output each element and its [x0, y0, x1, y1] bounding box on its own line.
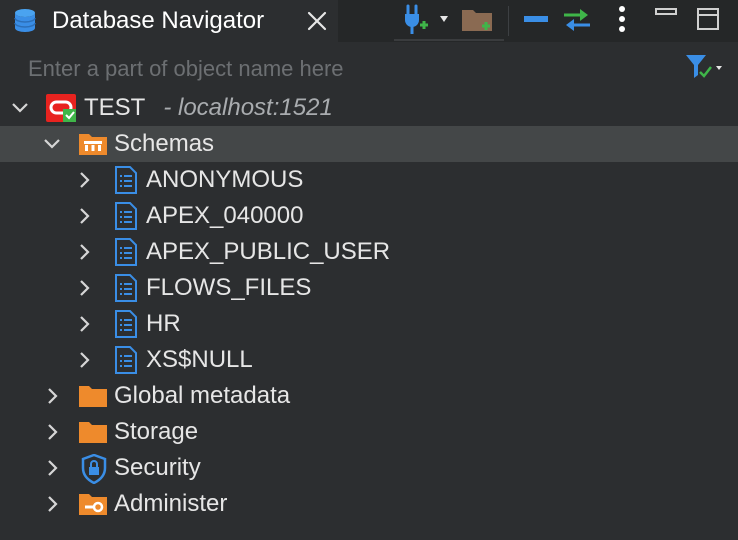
connect-plugin-icon[interactable] [400, 4, 452, 34]
folder-icon [78, 418, 108, 446]
tree-row-schema[interactable]: APEX_040000 [0, 198, 738, 234]
object-name-filter-input[interactable] [28, 54, 668, 84]
database-navigator-tab[interactable]: Database Navigator [0, 0, 338, 42]
filter-icon[interactable] [684, 52, 724, 82]
new-folder-icon[interactable] [460, 4, 496, 34]
search-bar [0, 48, 738, 88]
schema-label: ANONYMOUS [146, 166, 304, 193]
schema-icon [112, 274, 142, 302]
folder-label: Administer [114, 490, 228, 517]
chevron-right-icon[interactable] [74, 206, 94, 226]
chevron-right-icon[interactable] [74, 314, 94, 334]
tree-row-administer[interactable]: Administer [0, 486, 738, 522]
schema-label: XS$NULL [146, 346, 253, 373]
schema-icon [112, 310, 142, 338]
link-editor-icon[interactable] [560, 4, 594, 34]
tree-row-connection[interactable]: TEST - localhost:1521 [0, 90, 738, 126]
folder-label: Global metadata [114, 382, 291, 409]
chevron-right-icon[interactable] [74, 242, 94, 262]
kebab-menu-icon[interactable] [612, 4, 632, 34]
connection-host: - localhost:1521 [163, 94, 333, 121]
tree-row-schema[interactable]: HR [0, 306, 738, 342]
tree-row-global-metadata[interactable]: Global metadata [0, 378, 738, 414]
toolbar-separator [508, 6, 509, 36]
schema-icon [112, 346, 142, 374]
tree-row-schema[interactable]: FLOWS_FILES [0, 270, 738, 306]
chevron-right-icon[interactable] [74, 350, 94, 370]
folder-icon [78, 382, 108, 410]
folder-label: Storage [114, 418, 199, 445]
schema-icon [112, 238, 142, 266]
wrench-folder-icon [78, 490, 108, 518]
chevron-down-icon[interactable] [42, 134, 62, 154]
collapse-all-icon[interactable] [520, 4, 552, 34]
schema-label: HR [146, 310, 181, 337]
tree-row-schema[interactable]: ANONYMOUS [0, 162, 738, 198]
tree-row-schema[interactable]: APEX_PUBLIC_USER [0, 234, 738, 270]
view-tab-bar: Database Navigator [0, 0, 738, 42]
schemas-label: Schemas [114, 130, 215, 157]
oracle-connection-icon [46, 94, 76, 122]
schemas-folder-icon [78, 130, 108, 158]
chevron-right-icon[interactable] [42, 422, 62, 442]
tree-row-security[interactable]: Security [0, 450, 738, 486]
close-icon[interactable] [304, 8, 330, 34]
shield-lock-icon [80, 453, 110, 485]
chevron-right-icon[interactable] [74, 278, 94, 298]
schema-label: APEX_040000 [146, 202, 304, 229]
minimize-icon[interactable] [652, 4, 680, 34]
tree-row-storage[interactable]: Storage [0, 414, 738, 450]
chevron-right-icon[interactable] [42, 458, 62, 478]
tab-title: Database Navigator [52, 7, 265, 34]
connection-name: TEST [84, 94, 146, 121]
chevron-right-icon[interactable] [42, 386, 62, 406]
schema-label: FLOWS_FILES [146, 274, 312, 301]
folder-label: Security [114, 454, 201, 481]
maximize-icon[interactable] [694, 4, 722, 34]
chevron-right-icon[interactable] [74, 170, 94, 190]
tree-row-schema[interactable]: XS$NULL [0, 342, 738, 378]
chevron-down-icon[interactable] [10, 98, 30, 118]
schema-label: APEX_PUBLIC_USER [146, 238, 391, 265]
chevron-right-icon[interactable] [42, 494, 62, 514]
database-icon [12, 8, 38, 34]
schema-icon [112, 202, 142, 230]
toolbar-underline [394, 39, 504, 41]
schema-icon [112, 166, 142, 194]
tree-row-schemas[interactable]: Schemas [0, 126, 738, 162]
